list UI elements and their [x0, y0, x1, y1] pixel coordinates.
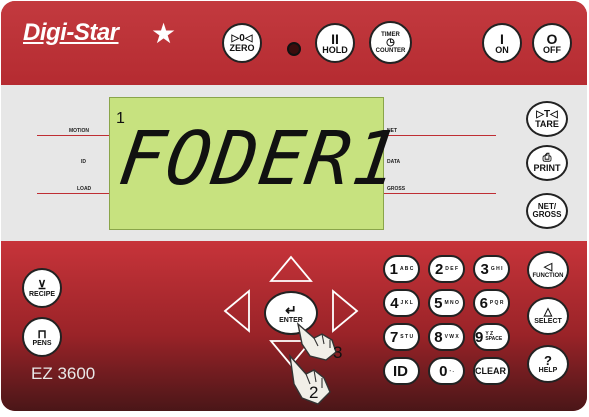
key-2[interactable]: 2D E F — [428, 255, 465, 283]
load-label: LOAD — [77, 186, 92, 192]
recipe-icon: ⊻ — [37, 277, 47, 292]
id-label: ID — [81, 159, 86, 165]
on-button[interactable]: I ON — [482, 23, 522, 63]
key-clear[interactable]: CLEAR — [473, 357, 510, 385]
net-gross-button[interactable]: NET/ GROSS — [526, 193, 568, 229]
select-button[interactable]: △ SELECT — [527, 297, 569, 335]
key-7[interactable]: 7S T U — [383, 323, 420, 351]
key-6[interactable]: 6P Q R — [473, 289, 510, 317]
brand-logo: Digi-Star — [23, 19, 119, 46]
pens-button[interactable]: ⊓ PENS — [22, 317, 62, 357]
gross-rule — [384, 193, 496, 194]
pens-icon: ⊓ — [37, 326, 47, 341]
left-arrow-icon[interactable] — [223, 289, 250, 333]
key-0[interactable]: 0- . — [428, 357, 465, 385]
enter-icon: ↵ — [285, 301, 297, 318]
status-led — [287, 42, 301, 56]
lcd-line-number: 1 — [116, 110, 125, 127]
key-8[interactable]: 8V W X — [428, 323, 465, 351]
up-arrow-icon[interactable] — [269, 255, 313, 282]
lcd-text: FODER1 — [113, 116, 406, 202]
off-button[interactable]: O OFF — [532, 23, 572, 63]
step-3-callout: 3 — [333, 343, 343, 362]
motion-rule — [37, 135, 109, 136]
model-label: EZ 3600 — [31, 364, 96, 383]
timer-counter-button[interactable]: TIMER ◷ COUNTER — [369, 21, 412, 64]
key-1[interactable]: 1A B C — [383, 255, 420, 283]
help-button[interactable]: ? HELP — [527, 345, 569, 383]
print-button[interactable]: ⎙ PRINT — [526, 145, 568, 181]
step-2-callout: 2 — [309, 383, 319, 402]
motion-label: MOTION — [69, 128, 89, 134]
zero-button[interactable]: ▷0◁ ZERO — [222, 23, 262, 63]
load-rule — [37, 193, 109, 194]
hold-button[interactable]: II HOLD — [315, 23, 355, 63]
key-id[interactable]: ID — [383, 357, 420, 385]
key-5[interactable]: 5M N O — [428, 289, 465, 317]
key-4[interactable]: 4J K L — [383, 289, 420, 317]
key-9[interactable]: 9Y Z SPACE — [473, 323, 510, 351]
function-button[interactable]: ◁ FUNCTION — [527, 251, 569, 289]
tare-button[interactable]: ▷T◁ TARE — [526, 101, 568, 137]
key-3[interactable]: 3G H I — [473, 255, 510, 283]
star-icon: ★ — [151, 18, 177, 49]
clock-icon: ◷ — [386, 36, 395, 48]
lcd-screen: 1 FODER1 — [109, 97, 406, 230]
recipe-button[interactable]: ⊻ RECIPE — [22, 268, 62, 308]
top-panel: Digi-Star ★ ▷0◁ ZERO II HOLD TIMER ◷ COU… — [1, 1, 587, 85]
